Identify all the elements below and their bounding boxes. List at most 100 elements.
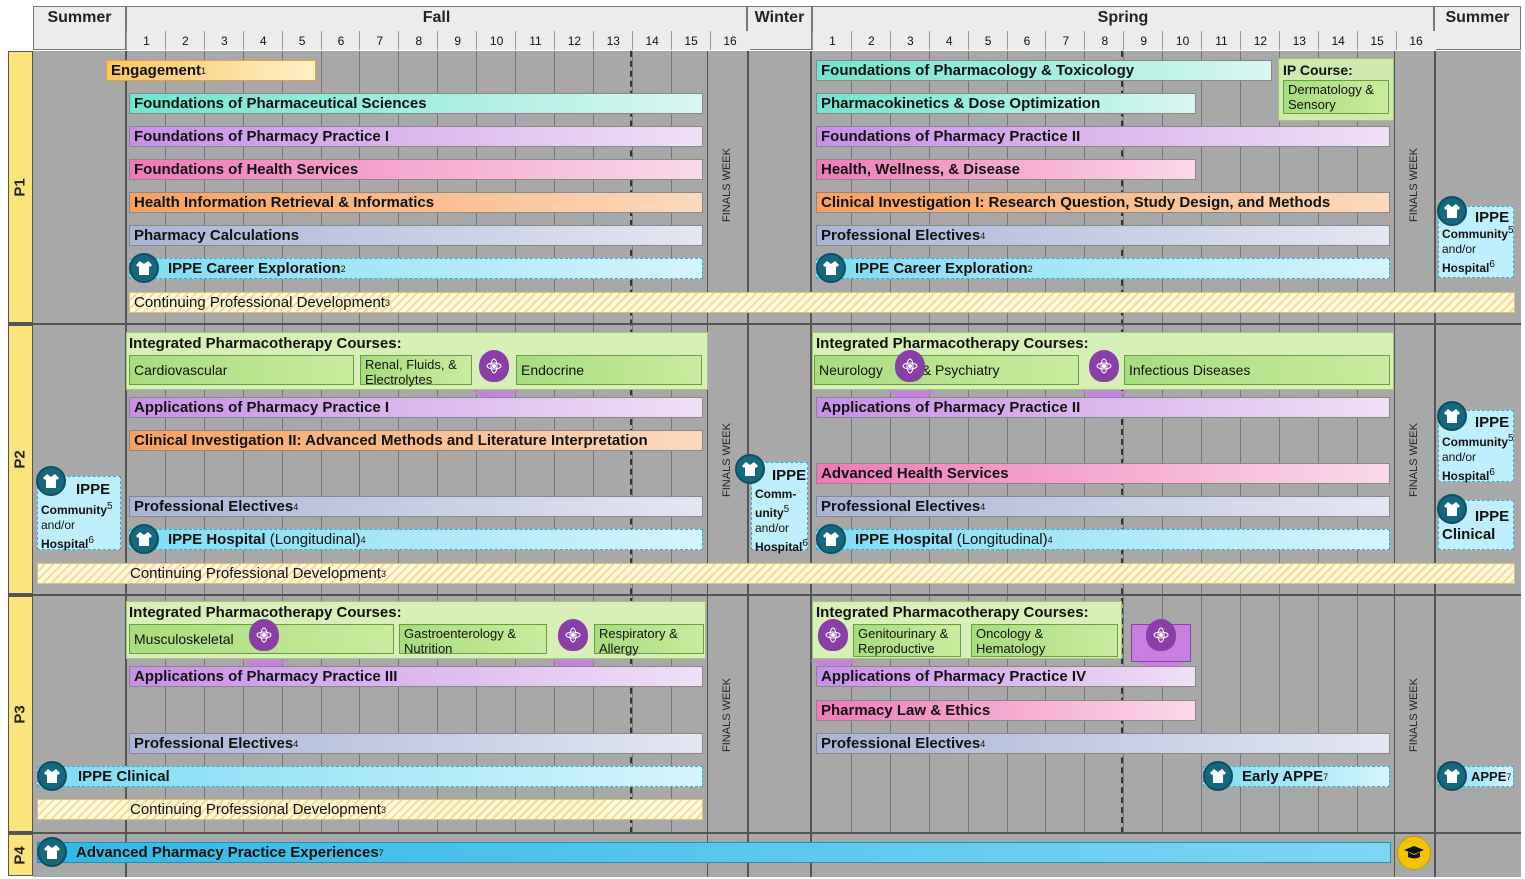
course-bar[interactable]: Advanced Health Services xyxy=(816,463,1390,484)
footnote: 3 xyxy=(384,297,390,308)
finals-week-label: FINALS WEEK xyxy=(1394,148,1434,222)
ipc-course[interactable]: Oncology & Hematology xyxy=(971,624,1118,657)
appe-bar[interactable]: Advanced Pharmacy Practice Experiences 7 xyxy=(37,842,1391,863)
bar-label: IPPE Career Exploration xyxy=(168,260,341,277)
course-bar[interactable]: Health, Wellness, & Disease xyxy=(816,159,1196,180)
footnote: 4 xyxy=(293,738,299,749)
ippe-career-spring[interactable]: IPPE Career Exploration 2 xyxy=(816,258,1390,279)
labcoat-icon xyxy=(1437,196,1467,226)
footnote: 5 xyxy=(1508,433,1514,444)
finals-text: FINALS WEEK xyxy=(721,678,733,752)
brain-icon xyxy=(818,619,848,651)
ipc-course[interactable]: Respiratory & Allergy xyxy=(594,624,704,656)
ipc-course[interactable]: Neurology & Psychiatry xyxy=(814,355,1079,385)
week-number: 9 xyxy=(1123,31,1164,50)
prof-electives-bar[interactable]: Professional Electives 4 xyxy=(816,225,1390,246)
bar-label-note: (Longitudinal) xyxy=(956,531,1048,548)
week-grid-line xyxy=(1239,51,1241,833)
footnote: 5 xyxy=(783,504,790,515)
bar-label: Foundations of Pharmacy Practice II xyxy=(821,128,1081,145)
course-bar[interactable]: Foundations of Pharmaceutical Sciences xyxy=(129,93,703,114)
bar-label: Foundations of Health Services xyxy=(134,161,359,178)
cpd-bar[interactable]: Continuing Professional Development 3 xyxy=(129,292,1515,313)
row-label-p2: P2 xyxy=(8,325,33,594)
ip-course-box[interactable]: IP Course: Dermatology & Sensory xyxy=(1278,58,1394,121)
bar-label: Continuing Professional Development xyxy=(130,801,381,818)
engagement-bar[interactable]: Engagement 1 xyxy=(106,60,316,81)
ipc-course[interactable]: Renal, Fluids, & Electrolytes xyxy=(360,355,472,387)
bar-label: IPPE Clinical xyxy=(78,768,170,785)
bar-label: & Psychiatry xyxy=(921,362,1000,378)
bar-label: Advanced Health Services xyxy=(821,465,1009,482)
week-number: 15 xyxy=(1356,31,1397,50)
bar-label: Gastroenterology & Nutrition xyxy=(404,626,517,656)
footnote: 4 xyxy=(980,738,986,749)
brain-icon xyxy=(558,619,588,651)
ipc-title: Integrated Pharmacotherapy Courses: xyxy=(816,604,1089,621)
course-bar[interactable]: Foundations of Pharmacy Practice I xyxy=(129,126,703,147)
course-bar[interactable]: Foundations of Health Services xyxy=(129,159,703,180)
course-bar[interactable]: Pharmacokinetics & Dose Optimization xyxy=(816,93,1196,114)
course-bar[interactable]: Foundations of Pharmacy Practice II xyxy=(816,126,1390,147)
prof-electives-bar[interactable]: Professional Electives 4 xyxy=(816,733,1390,754)
week-grid-line xyxy=(1356,51,1358,833)
prof-electives-bar[interactable]: Professional Electives 4 xyxy=(129,496,703,517)
ipc-course[interactable]: Genitourinary & Reproductive xyxy=(853,624,961,657)
labcoat-icon xyxy=(129,253,159,283)
cpd-bar[interactable]: Continuing Professional Development 3 xyxy=(37,799,703,820)
course-bar[interactable]: Pharmacy Calculations xyxy=(129,225,703,246)
course-bar[interactable]: Applications of Pharmacy Practice IV xyxy=(816,666,1196,687)
footnote: 7 xyxy=(1506,771,1512,782)
brain-icon xyxy=(1146,619,1176,651)
course-bar[interactable]: Health Information Retrieval & Informati… xyxy=(129,192,703,213)
cpd-bar[interactable]: Continuing Professional Development 3 xyxy=(37,563,1515,584)
finals-week-label: FINALS WEEK xyxy=(1394,678,1434,752)
footnote: 6 xyxy=(1489,259,1495,270)
labcoat-icon xyxy=(1437,401,1467,431)
box-title: IPPE xyxy=(76,481,111,498)
ippe-career-fall[interactable]: IPPE Career Exploration 2 xyxy=(129,258,703,279)
labcoat-icon xyxy=(36,466,66,496)
ippe-hospital-fall[interactable]: IPPE Hospital (Longitudinal) 4 xyxy=(129,529,703,550)
week-number: 13 xyxy=(1278,31,1319,50)
box-line: and/or xyxy=(41,518,76,532)
prof-electives-bar[interactable]: Professional Electives 4 xyxy=(816,496,1390,517)
ippe-clinical-bar[interactable]: IPPE Clinical xyxy=(37,766,703,787)
row-label-p4: P4 xyxy=(8,834,33,876)
week-number: 2 xyxy=(164,31,205,50)
week-number: 10 xyxy=(476,31,517,50)
week-number: 14 xyxy=(631,31,672,50)
course-bar[interactable]: Applications of Pharmacy Practice I xyxy=(129,397,703,418)
course-bar[interactable]: Foundations of Pharmacology & Toxicology xyxy=(816,60,1272,81)
term-summer-2: Summer xyxy=(1434,6,1521,50)
bar-label: Early APPE xyxy=(1242,768,1324,785)
ipc-title: Integrated Pharmacotherapy Courses: xyxy=(129,335,402,352)
prof-electives-bar[interactable]: Professional Electives 4 xyxy=(129,733,703,754)
bar-label: Pharmacy Calculations xyxy=(134,227,300,244)
labcoat-icon xyxy=(37,761,67,791)
bar-label: Cardiovascular xyxy=(134,362,228,378)
week-number: 6 xyxy=(320,31,361,50)
row-label-text: P2 xyxy=(11,450,29,469)
row-label-text: P3 xyxy=(11,704,29,724)
ipc-course[interactable]: Cardiovascular xyxy=(129,355,354,385)
week-number: 6 xyxy=(1006,31,1047,50)
ipc-course[interactable]: Gastroenterology & Nutrition xyxy=(399,624,547,656)
term-label: Summer xyxy=(1445,9,1510,26)
course-bar[interactable]: Pharmacy Law & Ethics xyxy=(816,700,1196,721)
ipc-course[interactable]: Infectious Diseases xyxy=(1124,355,1390,385)
bar-label-note: (Longitudinal) xyxy=(269,531,361,548)
course-bar[interactable]: Clinical Investigation I: Research Quest… xyxy=(816,192,1390,213)
week-number: 5 xyxy=(967,31,1008,50)
bar-label: Professional Electives xyxy=(134,735,294,752)
box-line: unity xyxy=(755,506,784,520)
ipc-course[interactable]: Endocrine xyxy=(516,355,702,385)
ippe-hospital-spring[interactable]: IPPE Hospital (Longitudinal) 4 xyxy=(816,529,1390,550)
bar-label: IPPE Hospital xyxy=(855,531,953,548)
box-line: Community xyxy=(1442,435,1508,449)
labcoat-icon xyxy=(816,253,846,283)
ip-course-title: IP Course: xyxy=(1283,62,1353,78)
course-bar[interactable]: Applications of Pharmacy Practice II xyxy=(816,397,1390,418)
course-bar[interactable]: Applications of Pharmacy Practice III xyxy=(129,666,703,687)
course-bar[interactable]: Clinical Investigation II: Advanced Meth… xyxy=(129,430,703,451)
